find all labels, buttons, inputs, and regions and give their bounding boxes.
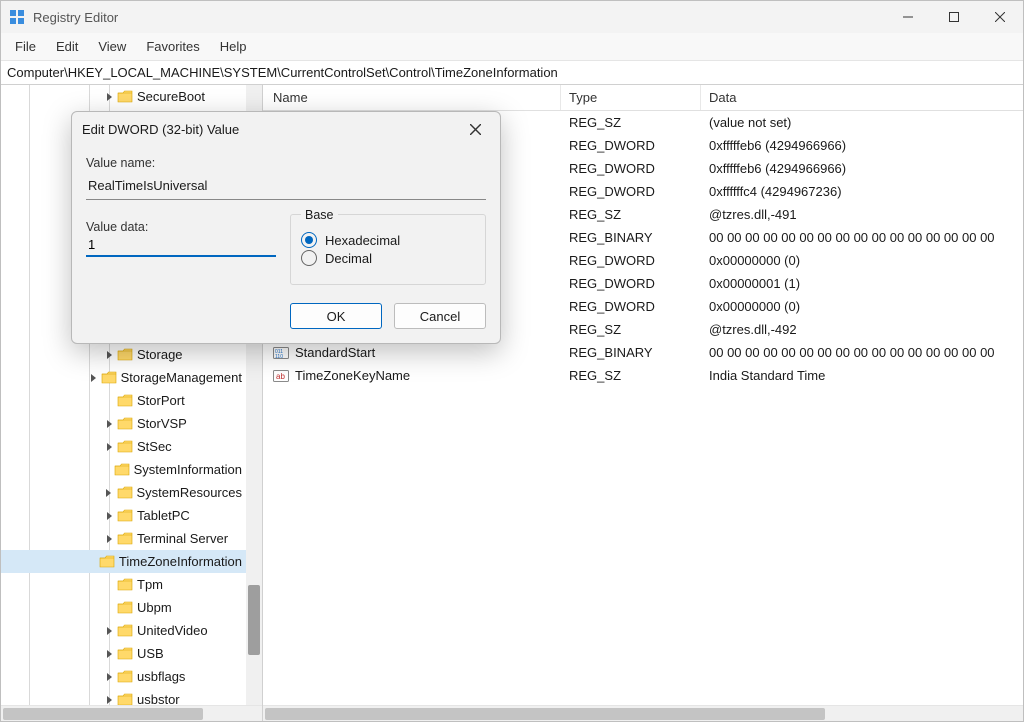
value-type: REG_DWORD <box>561 161 701 176</box>
tree-item[interactable]: Ubpm <box>1 596 246 619</box>
titlebar: Registry Editor <box>1 1 1023 33</box>
value-name: TimeZoneKeyName <box>295 368 410 383</box>
address-bar[interactable]: Computer\HKEY_LOCAL_MACHINE\SYSTEM\Curre… <box>1 61 1023 85</box>
value-type: REG_BINARY <box>561 230 701 245</box>
tree-item[interactable]: StSec <box>1 435 246 458</box>
tree-item[interactable]: Storage <box>1 343 246 366</box>
tree-item[interactable]: SystemResources <box>1 481 246 504</box>
value-row[interactable]: ab TimeZoneKeyName REG_SZIndia Standard Ti… <box>263 364 1023 387</box>
values-hscroll-thumb[interactable] <box>265 708 825 720</box>
ok-button[interactable]: OK <box>290 303 382 329</box>
radio-dec-label: Decimal <box>325 251 372 266</box>
value-data: @tzres.dll,-491 <box>701 207 1023 222</box>
value-type: REG_SZ <box>561 115 701 130</box>
string-value-icon: ab <box>273 368 289 384</box>
tree-item[interactable]: TimeZoneInformation <box>1 550 246 573</box>
value-type: REG_BINARY <box>561 345 701 360</box>
value-name-field[interactable]: RealTimeIsUniversal <box>86 176 486 200</box>
base-label: Base <box>301 208 338 222</box>
tree-horizontal-scrollbar[interactable] <box>1 705 262 721</box>
window-controls <box>885 1 1023 33</box>
value-data: 0x00000001 (1) <box>701 276 1023 291</box>
value-data: 00 00 00 00 00 00 00 00 00 00 00 00 00 0… <box>701 230 1023 245</box>
value-type: REG_DWORD <box>561 253 701 268</box>
value-type: REG_DWORD <box>561 299 701 314</box>
column-data[interactable]: Data <box>701 85 1023 110</box>
radio-hex-indicator <box>301 232 317 248</box>
menu-help[interactable]: Help <box>210 35 257 58</box>
value-type: REG_DWORD <box>561 184 701 199</box>
tree-item[interactable]: SystemInformation <box>1 458 246 481</box>
radio-decimal[interactable]: Decimal <box>301 250 475 266</box>
column-name[interactable]: Name <box>263 85 561 110</box>
value-data: 0xffffffc4 (4294967236) <box>701 184 1023 199</box>
maximize-button[interactable] <box>931 1 977 33</box>
value-type: REG_DWORD <box>561 138 701 153</box>
tree-scrollbar-thumb[interactable] <box>248 585 260 655</box>
menu-favorites[interactable]: Favorites <box>136 35 209 58</box>
radio-hex-label: Hexadecimal <box>325 233 400 248</box>
value-data: @tzres.dll,-492 <box>701 322 1023 337</box>
dialog-title: Edit DWORD (32-bit) Value <box>82 122 460 137</box>
values-header: Name Type Data <box>263 85 1023 111</box>
value-name-label: Value name: <box>86 156 486 170</box>
tree-item[interactable]: usbstor <box>1 688 246 705</box>
value-data: 00 00 00 00 00 00 00 00 00 00 00 00 00 0… <box>701 345 1023 360</box>
value-data: 0xfffffeb6 (4294966966) <box>701 161 1023 176</box>
tree-item[interactable]: UnitedVideo <box>1 619 246 642</box>
close-button[interactable] <box>977 1 1023 33</box>
value-name: StandardStart <box>295 345 375 360</box>
value-row[interactable]: 011110 StandardStart REG_BINARY00 00 00 00… <box>263 341 1023 364</box>
column-type[interactable]: Type <box>561 85 701 110</box>
value-data: 0x00000000 (0) <box>701 253 1023 268</box>
base-groupbox: Base Hexadecimal Decimal <box>290 214 486 285</box>
tree-item[interactable]: Tpm <box>1 573 246 596</box>
values-horizontal-scrollbar[interactable] <box>263 705 1023 721</box>
tree-item[interactable]: TabletPC <box>1 504 246 527</box>
tree-item[interactable]: usbflags <box>1 665 246 688</box>
value-type: REG_DWORD <box>561 276 701 291</box>
value-data: India Standard Time <box>701 368 1023 383</box>
value-data: (value not set) <box>701 115 1023 130</box>
value-type: REG_SZ <box>561 207 701 222</box>
tree-hscroll-thumb[interactable] <box>3 708 203 720</box>
menu-file[interactable]: File <box>5 35 46 58</box>
address-path: Computer\HKEY_LOCAL_MACHINE\SYSTEM\Curre… <box>7 65 558 80</box>
minimize-button[interactable] <box>885 1 931 33</box>
edit-dword-dialog: Edit DWORD (32-bit) Value Value name: Re… <box>71 111 501 344</box>
svg-text:ab: ab <box>276 372 285 381</box>
value-data: 0xfffffeb6 (4294966966) <box>701 138 1023 153</box>
dialog-titlebar: Edit DWORD (32-bit) Value <box>72 112 500 146</box>
app-icon <box>9 9 25 25</box>
tree-item[interactable]: StorVSP <box>1 412 246 435</box>
value-data: 0x00000000 (0) <box>701 299 1023 314</box>
value-type: REG_SZ <box>561 368 701 383</box>
menubar: File Edit View Favorites Help <box>1 33 1023 61</box>
tree-item[interactable]: Terminal Server <box>1 527 246 550</box>
menu-view[interactable]: View <box>88 35 136 58</box>
radio-hexadecimal[interactable]: Hexadecimal <box>301 232 475 248</box>
registry-editor-window: Registry Editor File Edit View Favorites… <box>0 0 1024 722</box>
window-title: Registry Editor <box>33 10 885 25</box>
tree-item[interactable]: StorageManagement <box>1 366 246 389</box>
tree-item[interactable]: SecureBoot <box>1 85 246 108</box>
value-type: REG_SZ <box>561 322 701 337</box>
dialog-close-button[interactable] <box>460 115 490 143</box>
tree-item[interactable]: StorPort <box>1 389 246 412</box>
binary-value-icon: 011110 <box>273 345 289 361</box>
value-data-label: Value data: <box>86 220 276 234</box>
svg-text:110: 110 <box>275 354 283 360</box>
tree-item[interactable]: USB <box>1 642 246 665</box>
value-data-input[interactable] <box>86 234 276 257</box>
menu-edit[interactable]: Edit <box>46 35 88 58</box>
radio-dec-indicator <box>301 250 317 266</box>
cancel-button[interactable]: Cancel <box>394 303 486 329</box>
